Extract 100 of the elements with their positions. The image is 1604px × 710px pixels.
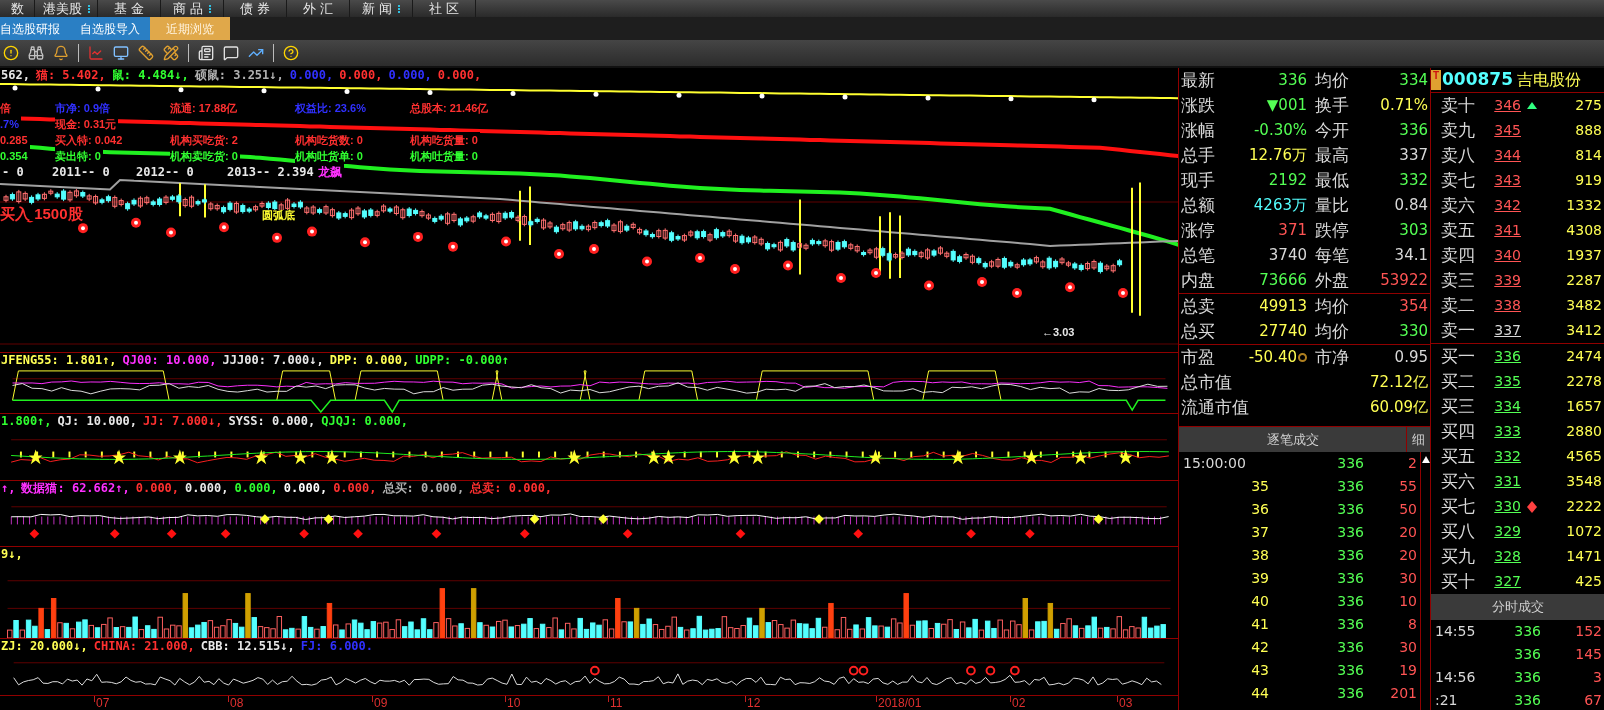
panel-header: 逐笔成交 (1265, 431, 1320, 449)
order-level-label: 买七 (1440, 495, 1476, 518)
sale-price: 336 (1513, 668, 1541, 687)
help-icon[interactable] (283, 45, 299, 61)
trade-time: 44 (1250, 684, 1270, 703)
quote-value: 72.12亿 (1369, 372, 1428, 393)
trade-volume: 30 (1398, 569, 1418, 588)
order-price: 333 (1493, 422, 1521, 441)
order-level-label: 买八 (1440, 520, 1476, 543)
document-icon[interactable] (198, 45, 214, 61)
indicator-value: 9↓, (1, 547, 23, 562)
order-level-label: 卖八 (1440, 144, 1476, 167)
trade-price: 336 (1336, 523, 1364, 542)
order-volume: 1657 (1565, 397, 1603, 416)
trade-time: 39 (1250, 569, 1270, 588)
order-level-label: 买三 (1440, 395, 1476, 418)
trade-price: 336 (1336, 454, 1364, 473)
order-level-label: 卖五 (1440, 219, 1476, 242)
indicator-value: 1.800↑, (1, 414, 52, 429)
quote-label: 涨跌 (1181, 95, 1216, 117)
indicator-value: 总买: 0.000, (382, 481, 465, 496)
quote-label: 换手 (1315, 95, 1350, 117)
ruler-pencil-icon[interactable] (163, 45, 179, 61)
order-price: 340 (1493, 246, 1521, 265)
indicator-value: 0.000, (437, 68, 482, 82)
order-price: 336 (1493, 347, 1521, 366)
quote-label: 外盘 (1315, 270, 1350, 292)
quote-value: 3740 (1267, 245, 1307, 266)
t-badge: T (1431, 70, 1441, 90)
order-volume: 1937 (1565, 246, 1603, 265)
indicator-value: 硕鼠: 3.251↓, (194, 68, 284, 82)
order-price: 341 (1493, 221, 1521, 240)
trade-price: 336 (1336, 500, 1364, 519)
trade-time: 42 (1250, 638, 1270, 657)
binoculars-icon[interactable] (28, 45, 44, 61)
tab[interactable]: 自选股研报 (0, 17, 70, 40)
sale-time: 14:55 (1435, 623, 1476, 639)
order-volume: 2474 (1565, 347, 1603, 366)
order-volume: 4308 (1565, 221, 1603, 240)
quote-value: 354 (1398, 296, 1428, 317)
fundamental-value: 机构吐货单: 0 (295, 148, 365, 164)
order-volume: 2278 (1565, 372, 1603, 391)
quote-value: 336 (1277, 70, 1307, 91)
trade-volume: 20 (1398, 546, 1418, 565)
comment-icon[interactable] (223, 45, 239, 61)
order-volume: 2287 (1565, 271, 1603, 290)
trade-time: 37 (1250, 523, 1270, 542)
order-level-label: 卖七 (1440, 169, 1476, 192)
indicator-value: 0.000, (388, 68, 432, 82)
sale-volume: 3 (1592, 668, 1603, 687)
tab[interactable]: 自选股导入 (70, 17, 150, 40)
sale-time: :21 (1435, 692, 1458, 708)
monitor-icon[interactable] (113, 45, 129, 61)
quote-value: 60.09亿 (1369, 397, 1428, 418)
trade-volume: 10 (1398, 592, 1418, 611)
order-level-label: 卖一 (1440, 319, 1476, 342)
circled-badge-icon (1298, 353, 1307, 362)
order-volume: 919 (1574, 171, 1603, 190)
indicator-value: 0.000, (283, 481, 328, 496)
trade-price: 336 (1336, 477, 1364, 496)
order-price: 330 (1493, 497, 1521, 516)
quote-label: 市盈 (1181, 347, 1216, 369)
indicator-value: CBB: 12.515↓, (200, 639, 295, 654)
order-price: 342 (1493, 196, 1521, 215)
stock-name: 吉电股份 (1517, 70, 1581, 90)
bell-icon[interactable] (53, 45, 69, 61)
trade-volume: 8 (1407, 615, 1418, 634)
indicator-value: 562, (1, 68, 30, 82)
order-volume: 1471 (1565, 547, 1603, 566)
trade-price: 336 (1336, 546, 1364, 565)
alert-icon[interactable] (3, 45, 19, 61)
ruler-icon[interactable] (138, 45, 154, 61)
indicator-value: ZJ: 20.000↓, (1, 639, 88, 654)
quote-label: 涨停 (1181, 220, 1216, 242)
indicator-value: 猫: 5.402, (35, 68, 106, 82)
fundamental-value: 机构吃货量: 0 (410, 132, 480, 148)
sale-price: 336 (1513, 645, 1541, 664)
quote-label: 每笔 (1315, 245, 1350, 267)
submenu-dots-icon (208, 4, 211, 13)
quote-value: 371 (1277, 220, 1307, 241)
fundamental-value: 倍 (0, 100, 13, 116)
order-price: 344 (1493, 146, 1521, 165)
axis-label: 12 (747, 696, 761, 710)
indicator-value: 0.000, (185, 481, 229, 496)
quote-value: 332 (1398, 170, 1428, 191)
stock-code: 000875 (1442, 68, 1513, 92)
trade-time: 38 (1250, 546, 1270, 565)
order-price: 332 (1493, 447, 1521, 466)
quote-label: 涨幅 (1181, 120, 1216, 142)
order-price: 338 (1493, 296, 1521, 315)
trade-price: 336 (1336, 592, 1364, 611)
order-volume: 814 (1574, 146, 1603, 165)
fundamental-value: 现金: 0.31元 (55, 116, 119, 132)
sale-volume: 152 (1574, 622, 1603, 641)
year-value: 龙飙 (316, 164, 344, 180)
quote-label: 最高 (1315, 145, 1350, 167)
fundamental-value: 卖出特: 0 (55, 148, 103, 164)
quote-value: 334 (1398, 70, 1428, 91)
quote-value: 12.76万 (1248, 145, 1307, 166)
fundamental-value: 权益比: 23.6% (295, 100, 368, 116)
